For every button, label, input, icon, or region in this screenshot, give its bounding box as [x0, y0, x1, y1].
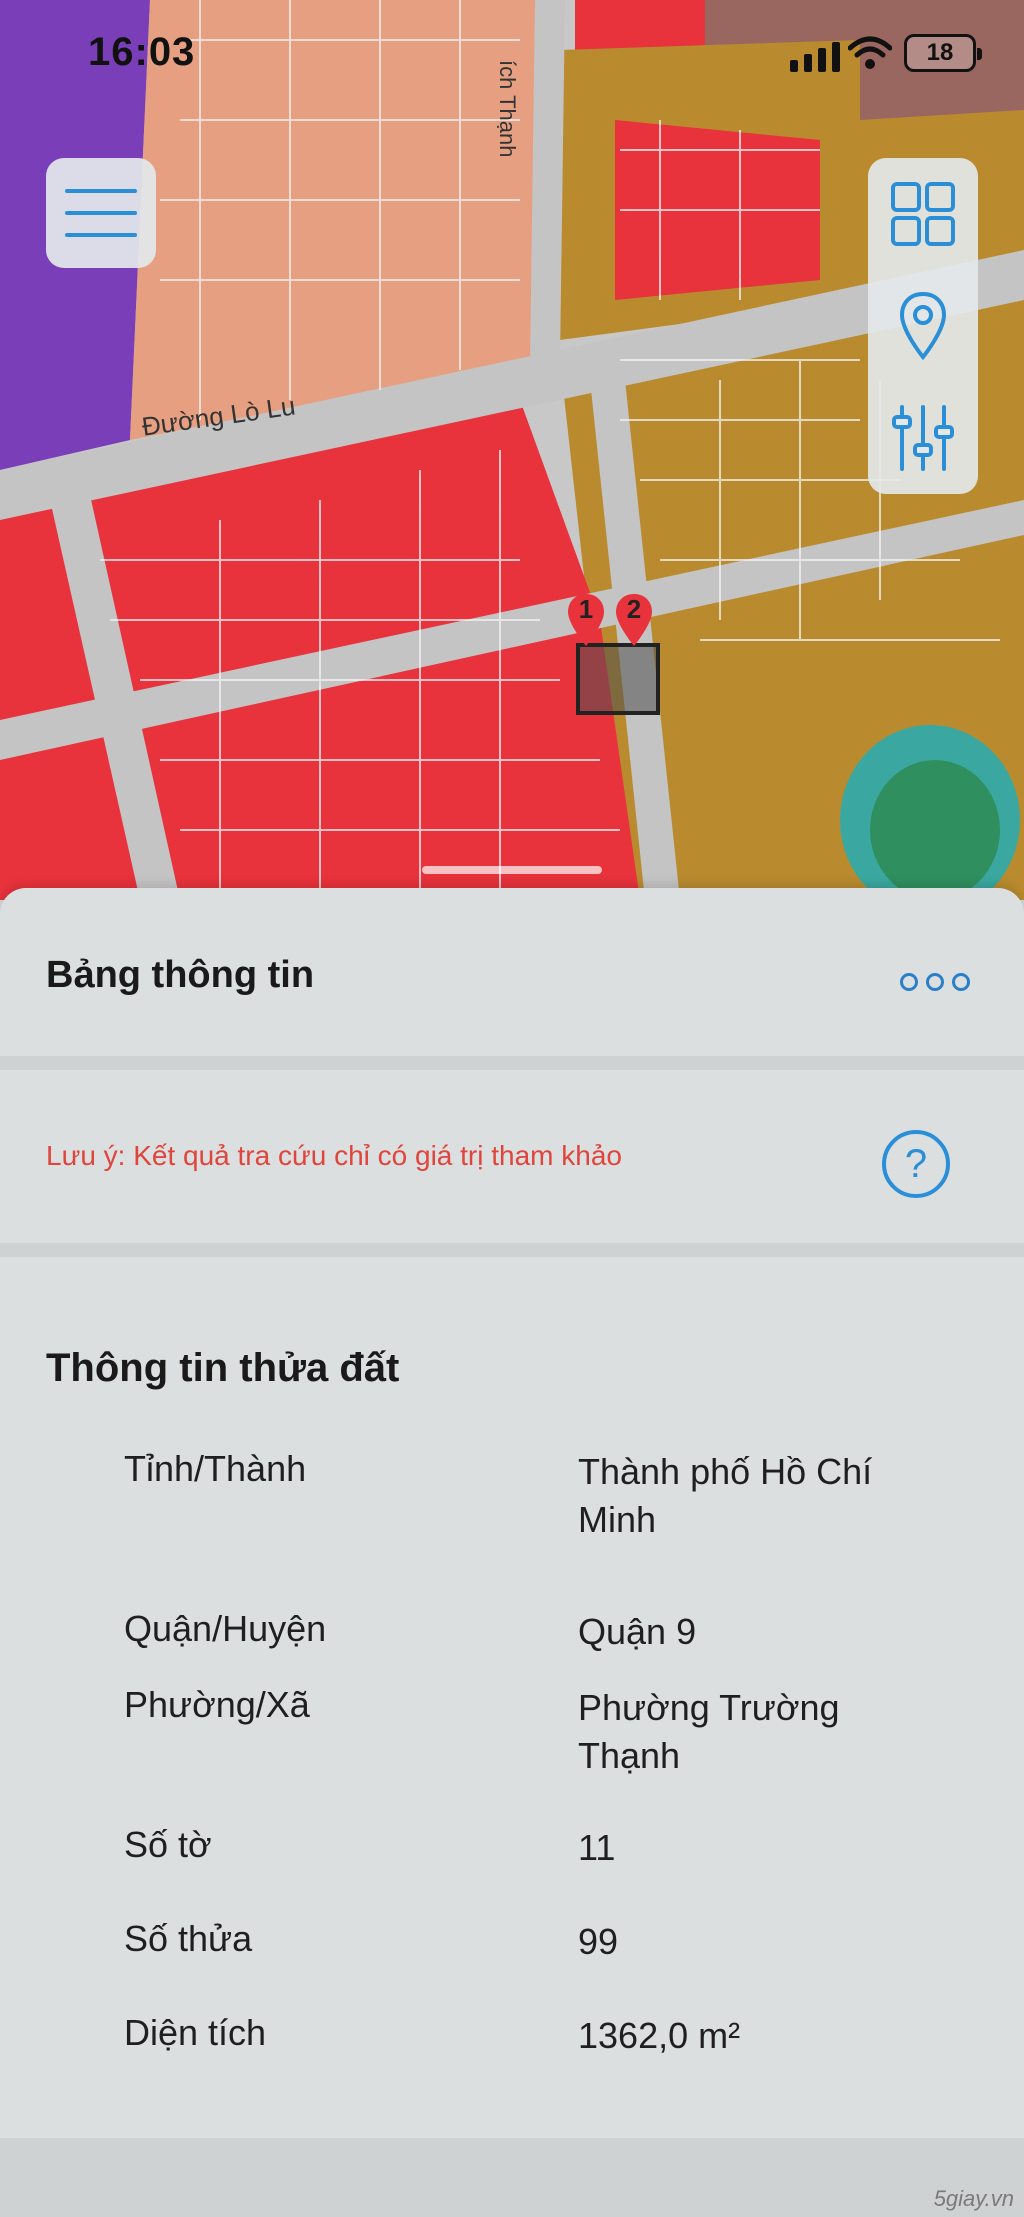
info-value: Quận 9 [578, 1611, 697, 1652]
pin-number: 2 [626, 594, 642, 624]
info-sheet[interactable]: Bảng thông tin Lưu ý: Kết quả tra cứu ch… [0, 866, 1024, 2217]
info-label: Số tờ [124, 1824, 212, 1865]
location-pin-icon [899, 291, 947, 361]
sheet-grabber[interactable] [422, 866, 602, 874]
more-dots-icon [952, 973, 970, 991]
info-value: Phường Trường Thạnh [578, 1687, 840, 1776]
grid-icon [891, 182, 955, 246]
help-button[interactable]: ? [882, 1130, 950, 1198]
battery-level: 18 [926, 39, 954, 66]
hamburger-icon [65, 189, 137, 237]
status-bar: 16:03 18 [0, 0, 1024, 110]
info-label: Số thửa [124, 1918, 253, 1959]
info-row-area: Diện tích 1362,0 m² [124, 2012, 964, 2102]
info-row-parcel-number: Số thửa 99 [124, 1918, 964, 2012]
divider [0, 1243, 1024, 1257]
map-controls [868, 158, 978, 494]
section-title: Thông tin thửa đất [46, 1346, 400, 1390]
map-pin-1[interactable]: 1 [566, 592, 606, 648]
info-row-province: Tỉnh/Thành Thành phố Hồ Chí Minh [124, 1448, 964, 1608]
filter-button[interactable] [868, 382, 978, 494]
disclaimer-note: Lưu ý: Kết quả tra cứu chỉ có giá trị th… [46, 1140, 622, 1171]
info-label: Tỉnh/Thành [124, 1448, 307, 1489]
signal-icon [790, 42, 840, 72]
question-icon: ? [904, 1141, 928, 1186]
pin-number: 1 [578, 594, 594, 624]
sheet-header: Bảng thông tin [0, 888, 1024, 1053]
more-dots-icon [900, 973, 918, 991]
map-pin-2[interactable]: 2 [614, 592, 654, 648]
parcel-info-table: Tỉnh/Thành Thành phố Hồ Chí Minh Quận/Hu… [124, 1448, 964, 2102]
info-value: 1362,0 m² [578, 2015, 741, 2056]
info-row-sheet-number: Số tờ 11 [124, 1824, 964, 1918]
info-value: 99 [578, 1921, 619, 1962]
info-label: Quận/Huyện [124, 1608, 327, 1649]
more-dots-icon [926, 973, 944, 991]
sliders-icon [892, 405, 954, 471]
menu-button[interactable] [46, 158, 156, 268]
info-label: Phường/Xã [124, 1684, 310, 1725]
info-row-district: Quận/Huyện Quận 9 [124, 1608, 964, 1684]
info-value: 11 [578, 1827, 616, 1868]
info-value: Thành phố Hồ Chí Minh [578, 1451, 873, 1540]
sheet-title: Bảng thông tin [46, 954, 315, 996]
locate-button[interactable] [868, 270, 978, 382]
status-time: 16:03 [88, 30, 196, 74]
layers-button[interactable] [868, 158, 978, 270]
info-row-ward: Phường/Xã Phường Trường Thạnh [124, 1684, 964, 1824]
watermark: 5giay.vn [933, 2186, 1014, 2211]
more-button[interactable] [900, 966, 972, 998]
wifi-icon [848, 36, 892, 69]
divider [0, 1056, 1024, 1070]
bottom-band [0, 2138, 1024, 2217]
info-label: Diện tích [124, 2012, 267, 2053]
battery-icon: 18 [904, 34, 982, 72]
